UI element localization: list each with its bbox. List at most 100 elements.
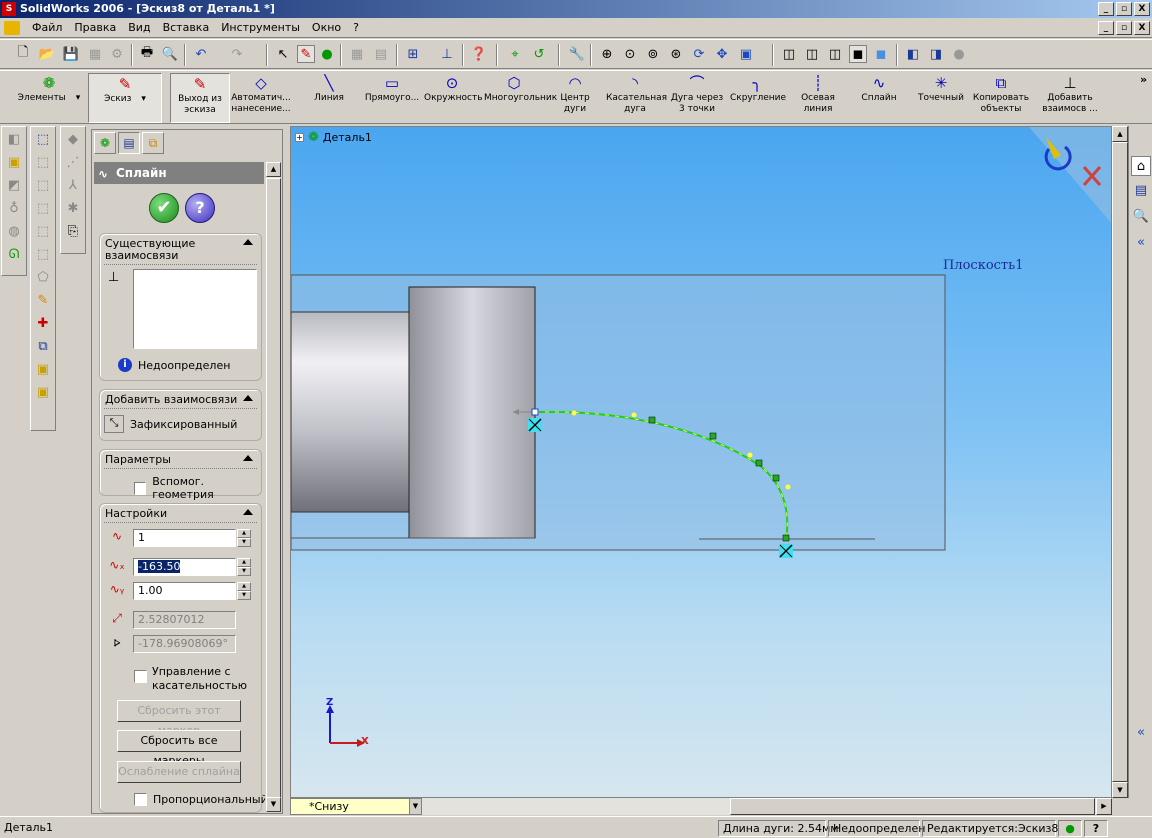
- exit-sketch-button[interactable]: ✎ Выход из эскиза: [170, 73, 230, 123]
- menu-help[interactable]: ?: [347, 18, 365, 38]
- y-coordinate-field[interactable]: 1.00: [133, 582, 236, 600]
- layer2-icon[interactable]: ▣: [32, 381, 54, 403]
- view-right-icon[interactable]: ⬚: [32, 220, 54, 242]
- y-coordinate-spinner[interactable]: ▲ ▼: [237, 582, 251, 600]
- wireframe-icon[interactable]: ◫: [780, 45, 798, 63]
- close-button[interactable]: X: [1134, 2, 1150, 16]
- menu-edit[interactable]: Правка: [68, 18, 122, 38]
- reset-all-markers-button[interactable]: Сбросить все маркеры: [117, 730, 241, 767]
- print-setup-icon[interactable]: ▦: [86, 45, 104, 63]
- tab-sketch[interactable]: ✎ Эскиз ▾: [88, 73, 162, 123]
- property-manager-tab-icon[interactable]: ▤: [118, 132, 140, 154]
- centerline-button[interactable]: ┊ Осевая линия: [792, 73, 844, 123]
- zoom-area-icon[interactable]: ⊙: [621, 45, 639, 63]
- print-preview-icon[interactable]: 🔍: [161, 45, 179, 63]
- rectangle-button[interactable]: ▭ Прямоуго...: [362, 73, 422, 123]
- instant3d-icon[interactable]: ⌖: [506, 45, 524, 63]
- tab-features[interactable]: ❁ Элементы ▾: [12, 73, 86, 123]
- menu-view[interactable]: Вид: [122, 18, 156, 38]
- home-icon[interactable]: ⌂: [1131, 156, 1151, 176]
- add-sketch-icon[interactable]: ✚: [32, 312, 54, 334]
- sweep-icon[interactable]: ♁: [3, 197, 25, 219]
- copy-entities-button[interactable]: ⧉ Копировать объекты: [972, 73, 1030, 123]
- scroll-down-icon[interactable]: ▼: [1112, 782, 1128, 798]
- 3point-arc-button[interactable]: ⌒ Дуга через 3 точки: [668, 73, 726, 123]
- collapse-arrow-icon[interactable]: [243, 509, 253, 515]
- standard-views-icon[interactable]: ▣: [737, 45, 755, 63]
- tangent-control-checkbox[interactable]: [134, 670, 147, 683]
- redo-icon[interactable]: ↷: [228, 45, 246, 63]
- spline-button[interactable]: ∿ Сплайн: [852, 73, 906, 123]
- hidden-lines-removed-icon[interactable]: ◫: [826, 45, 844, 63]
- select-icon[interactable]: ↖: [274, 45, 292, 63]
- assembly-icon[interactable]: ⧉: [32, 335, 54, 357]
- cube-view-icon[interactable]: ⬚: [32, 128, 54, 150]
- new-icon[interactable]: 🗋: [14, 45, 32, 63]
- chevron-down-icon[interactable]: ▼: [409, 799, 421, 814]
- construction-checkbox[interactable]: [134, 481, 147, 495]
- menu-file[interactable]: Файл: [26, 18, 68, 38]
- fixed-marker-icon-2[interactable]: [779, 544, 793, 558]
- smart-dimension-button[interactable]: ◇ Автоматич... нанесение...: [230, 73, 292, 123]
- dimension-icon[interactable]: ⊞: [404, 45, 422, 63]
- doc-close-button[interactable]: X: [1134, 21, 1150, 35]
- print-icon[interactable]: 🖶: [138, 45, 156, 63]
- more-tools-icon[interactable]: »: [1140, 73, 1147, 86]
- fixed-relation-item[interactable]: ⤡ Зафиксированный: [104, 415, 237, 433]
- rebuild-icon[interactable]: ●: [318, 45, 336, 63]
- file-explorer-icon[interactable]: 🔍: [1131, 206, 1151, 226]
- expand-pane-icon[interactable]: «: [1131, 722, 1151, 742]
- sketch-edit-icon[interactable]: ✎: [32, 289, 54, 311]
- wrench-icon[interactable]: 🔧: [568, 45, 586, 63]
- menu-tools[interactable]: Инструменты: [215, 18, 306, 38]
- expand-icon[interactable]: +: [295, 133, 304, 142]
- extrude-icon[interactable]: ◧: [3, 128, 25, 150]
- ok-button[interactable]: ✔: [149, 193, 179, 223]
- table-icon[interactable]: ▤: [372, 45, 390, 63]
- relations-list[interactable]: [133, 269, 257, 349]
- realview-icon[interactable]: ●: [950, 45, 968, 63]
- asterisk-icon[interactable]: ✱: [62, 197, 84, 219]
- helix-icon[interactable]: ᘏ: [3, 243, 25, 265]
- shaded-edges-icon[interactable]: ◼: [849, 45, 867, 63]
- rebuild-status-icon[interactable]: ●: [1058, 820, 1082, 837]
- feature-manager-tab-icon[interactable]: ❁: [94, 132, 116, 154]
- zoom-in-out-icon[interactable]: ⊚: [644, 45, 662, 63]
- rotate-view-icon[interactable]: ⟳: [690, 45, 708, 63]
- x-coordinate-field[interactable]: -163.50: [133, 558, 236, 576]
- configuration-manager-tab-icon[interactable]: ⧉: [142, 132, 164, 154]
- feature-tree-root[interactable]: + ❁ Деталь1: [295, 130, 372, 145]
- help-icon[interactable]: ❓: [470, 45, 488, 63]
- minimize-button[interactable]: _: [1098, 2, 1114, 16]
- undo-icon[interactable]: ↶: [192, 45, 210, 63]
- scroll-up-icon[interactable]: ▲: [1112, 126, 1128, 142]
- collapse-arrow-icon[interactable]: [243, 455, 253, 461]
- graphics-area[interactable]: + ❁ Деталь1 Плоскость1 Z X: [290, 126, 1112, 798]
- point-button[interactable]: ✳ Точечный: [914, 73, 968, 123]
- revolve-icon[interactable]: ◩: [3, 174, 25, 196]
- horizontal-scroll-thumb[interactable]: [730, 798, 1095, 815]
- loft-icon[interactable]: ◍: [3, 220, 25, 242]
- maximize-button[interactable]: ▫: [1116, 2, 1132, 16]
- previous-view-icon[interactable]: ↺: [530, 45, 548, 63]
- scroll-thumb[interactable]: [266, 178, 281, 798]
- doc-restore-button[interactable]: ▫: [1116, 21, 1132, 35]
- view-front-icon[interactable]: ⬚: [32, 151, 54, 173]
- shaded-icon[interactable]: ◼: [872, 45, 890, 63]
- library-icon[interactable]: ▤: [1131, 180, 1151, 200]
- fillet-button[interactable]: ╮ Скругление: [730, 73, 786, 123]
- collapse-arrow-icon[interactable]: [243, 395, 253, 401]
- scroll-thumb[interactable]: [1112, 142, 1128, 782]
- hidden-lines-visible-icon[interactable]: ◫: [803, 45, 821, 63]
- quick-tips-icon[interactable]: ?: [1084, 820, 1108, 837]
- scroll-down-icon[interactable]: ▼: [266, 797, 281, 812]
- view-orientation-select[interactable]: *Снизу ▼: [290, 798, 422, 815]
- collapse-pane-icon[interactable]: «: [1131, 232, 1151, 252]
- point-number-field[interactable]: 1: [133, 529, 236, 547]
- centerpoint-arc-button[interactable]: ◠ Центр дуги: [548, 73, 602, 123]
- menu-insert[interactable]: Вставка: [157, 18, 216, 38]
- x-coordinate-spinner[interactable]: ▲ ▼: [237, 558, 251, 576]
- tangent-arc-button[interactable]: ◝ Касательная дуга: [606, 73, 667, 123]
- collapse-arrow-icon[interactable]: [243, 239, 253, 245]
- view-iso-icon[interactable]: ⬠: [32, 266, 54, 288]
